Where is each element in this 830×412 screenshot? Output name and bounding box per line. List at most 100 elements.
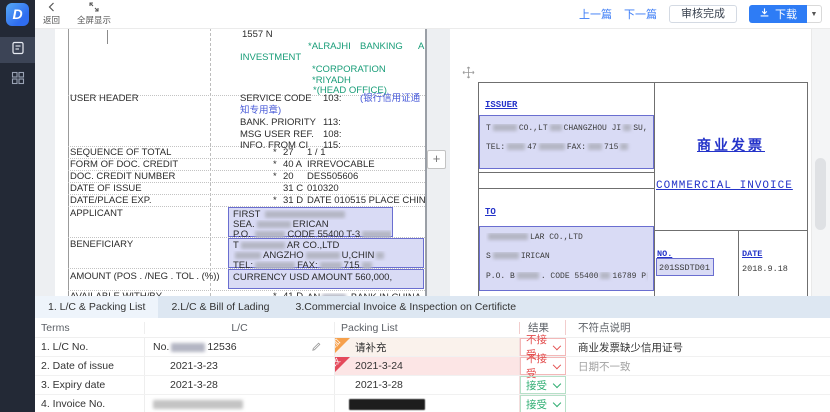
bank-seal-text: 知专用章) <box>240 106 281 116</box>
redacted-text <box>550 124 562 131</box>
col-terms: Terms <box>35 322 145 334</box>
swift-field-row: FORM OF DOC. CREDIT*40 AIRREVOCABLE <box>55 160 427 171</box>
scrollbar-thumb[interactable] <box>815 158 826 230</box>
right-pane-scrollbar[interactable] <box>811 28 830 296</box>
swift-field-row: DATE/PLACE EXP.*31 DDATE 010515 PLACE CH… <box>55 196 427 207</box>
invoice-date-label: DATE <box>742 249 762 259</box>
issuer-text: TCO.,LTCHANGZHOU JISU,CNA <box>486 124 648 134</box>
issuer-text: TEL:47FAX:715 <box>486 143 648 153</box>
to-text: SIRICAN <box>486 252 648 262</box>
term-cell: 4. Invoice No. <box>35 395 145 412</box>
field-tag: 31 C <box>283 184 303 194</box>
field-value: DATE 010515 PLACE CHINA <box>307 196 427 206</box>
term-cell: 1. L/C No. <box>35 338 145 356</box>
prev-doc-link[interactable]: 上一篇 <box>579 6 612 22</box>
invoice-title-cn: 商业发票 <box>654 135 808 155</box>
discrepancy-note: 日期不一致 <box>566 357 830 375</box>
swift-field-row: DATE OF ISSUE31 C010320 <box>55 184 427 195</box>
to-text: LAR CO.,LTD <box>486 233 648 243</box>
sidebar: D <box>0 0 35 412</box>
chevron-down-icon <box>553 398 561 406</box>
redacted-text <box>507 143 525 150</box>
invoice-title-en: COMMERCIAL INVOICE <box>656 180 793 192</box>
document-icon <box>11 41 25 60</box>
discrepancy-note: 商业发票缺少信用证号 <box>566 338 830 356</box>
invoice-date-value: 2018.9.18 <box>742 264 788 274</box>
chevron-down-icon <box>553 379 561 387</box>
chevron-down-icon <box>553 360 561 368</box>
field-label: BENEFICIARY <box>70 240 133 250</box>
download-options-button[interactable]: ▼ <box>807 5 822 23</box>
redacted-text <box>623 124 631 131</box>
tab-invoice-inspection[interactable]: 3.Commercial Invoice & Inspection on Cer… <box>283 296 530 318</box>
invoice-border <box>654 230 808 231</box>
invoice-border <box>807 82 808 296</box>
msg-user-ref-tag: 108: <box>323 130 342 140</box>
field-tag: * <box>273 196 277 206</box>
result-dropdown[interactable]: 接受 <box>520 395 566 412</box>
redacted-text <box>241 242 285 249</box>
table-row: 2. Date of issue 2021-3-23 改 2021-3-24 不… <box>35 357 830 376</box>
invoice-border <box>478 82 808 83</box>
field-value: DES505606 <box>307 172 358 182</box>
packing-cell: 改 2021-3-24 <box>335 357 520 375</box>
tab-lc-bill-of-lading[interactable]: 2.L/C & Bill of Lading <box>158 296 282 318</box>
download-icon <box>759 7 770 21</box>
top-navbar: 返回 全屏显示 上一篇 下一篇 审核完成 下载 ▼ <box>35 0 830 29</box>
zoom-in-button[interactable]: + <box>427 150 446 169</box>
redacted-text <box>349 399 425 410</box>
result-dropdown[interactable]: 不接受 <box>520 357 566 375</box>
document-compare-area: 1557 N *ALRAJHI BANKING AND INVESTMENT *… <box>35 28 830 296</box>
review-done-button[interactable]: 审核完成 <box>669 5 737 23</box>
download-button[interactable]: 下载 <box>749 5 807 23</box>
field-tag: 20 <box>283 172 294 182</box>
back-chevron-icon <box>47 2 57 15</box>
fullscreen-icon <box>89 2 99 15</box>
move-handle-icon[interactable] <box>462 66 475 84</box>
redacted-text <box>620 143 628 150</box>
tab-lc-packing-list[interactable]: 1. L/C & Packing List <box>35 296 158 318</box>
col-lc: L/C <box>145 322 335 334</box>
field-label: APPLICANT <box>70 209 123 219</box>
packing-cell: 2021-3-28 <box>335 376 520 394</box>
user-header-label: USER HEADER <box>70 94 139 104</box>
redacted-text <box>488 233 528 240</box>
applicant-text: FIRST <box>233 210 391 220</box>
redacted-text <box>362 231 391 238</box>
discrepancy-note <box>566 395 830 412</box>
lc-cell <box>145 395 335 412</box>
invoice-border <box>654 82 655 296</box>
table-row: 1. L/C No. No.12536 加 请补充 不接受 商业发票缺少信用证号 <box>35 338 830 357</box>
redacted-text <box>306 252 340 259</box>
term-cell: 2. Date of issue <box>35 357 145 375</box>
swift-field-row: DOC. CREDIT NUMBER*20DES505606 <box>55 172 427 183</box>
field-value: 010320 <box>307 184 339 194</box>
redacted-text <box>257 221 291 228</box>
sidebar-item-documents[interactable] <box>0 37 35 63</box>
lc-cell: No.12536 <box>145 338 335 356</box>
result-cell: 接受 <box>520 395 566 412</box>
edit-icon[interactable] <box>311 341 322 355</box>
back-button[interactable]: 返回 <box>43 2 60 26</box>
field-tag: * <box>273 160 277 170</box>
redacted-text <box>265 211 345 218</box>
review-panel: 1. L/C & Packing List 2.L/C & Bill of La… <box>35 296 830 412</box>
download-split-button: 下载 ▼ <box>749 5 822 23</box>
redacted-text <box>235 252 261 259</box>
field-tag: * <box>273 148 277 158</box>
field-label: AMOUNT (POS . /NEG . TOL . (%)) <box>70 272 220 282</box>
result-dropdown[interactable]: 接受 <box>520 376 566 394</box>
fullscreen-button[interactable]: 全屏显示 <box>77 2 111 26</box>
to-text: P.O. B. CODE 5540016789 PN <box>486 272 648 282</box>
swift-field-row: SEQUENCE OF TOTAL*271 / 1 <box>55 148 427 159</box>
redacted-text <box>493 124 517 131</box>
field-value: IRREVOCABLE <box>307 160 375 170</box>
service-code-tag: 103: <box>323 94 342 104</box>
next-doc-link[interactable]: 下一篇 <box>624 6 657 22</box>
sidebar-item-apps[interactable] <box>0 67 35 93</box>
redacted-text <box>517 272 539 279</box>
applicant-text: SEA.ERICAN <box>233 220 391 230</box>
issuer-label: ISSUER <box>485 100 517 110</box>
app-logo: D <box>6 3 29 26</box>
redacted-text <box>600 272 610 279</box>
